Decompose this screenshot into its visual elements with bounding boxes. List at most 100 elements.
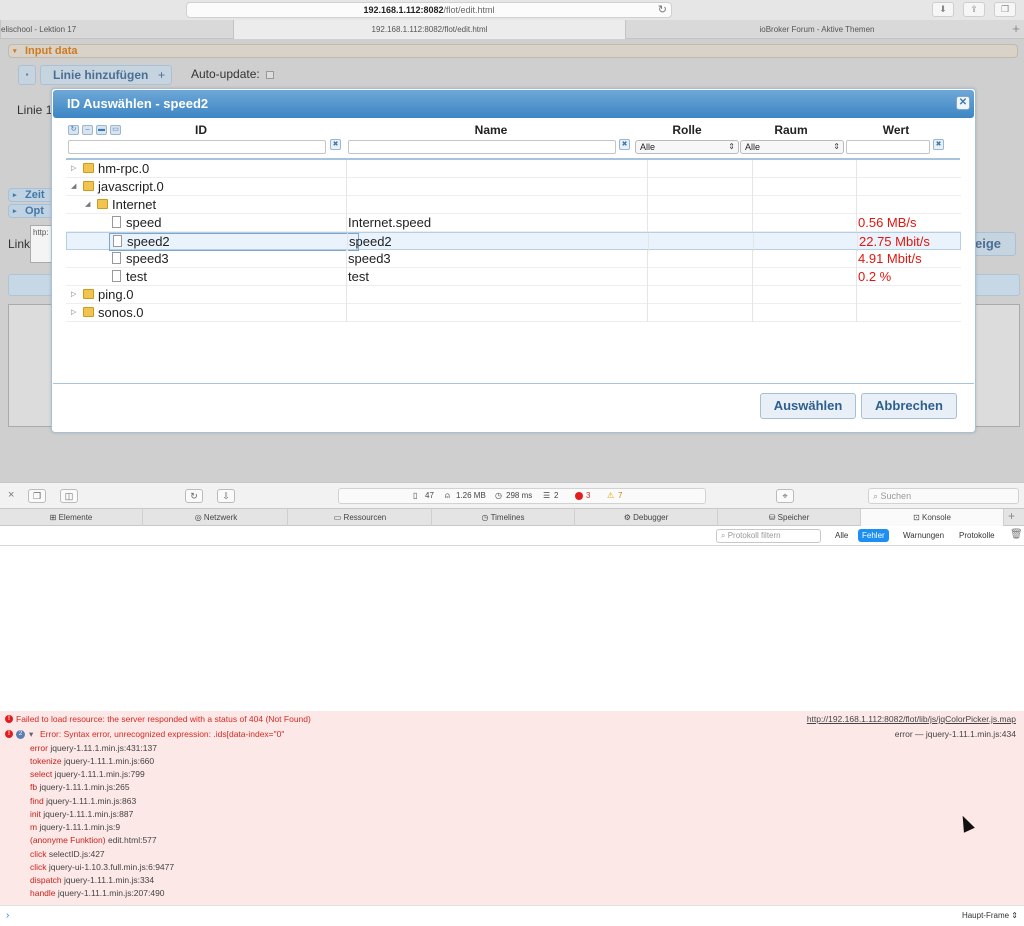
tab-resources[interactable]: ▭ Ressourcen [289,509,432,526]
expand-icon[interactable]: ▷ [71,286,76,304]
debugger-icon: ⚙ [623,513,634,522]
stack-frame[interactable]: select jquery-1.11.1.min.js:799 [30,769,145,779]
clear-filter-icon[interactable]: ✖ [619,139,630,150]
download-icon[interactable]: ⬇ [932,2,954,17]
frame-selector[interactable]: Haupt-Frame ⇕ [962,911,1018,920]
state-icon [112,252,121,264]
page-stats: ▯ 47 ⍝ 1.26 MB ◷ 298 ms ☰ 2 3 ⚠ 7 [338,488,706,504]
undock-icon[interactable]: ❐ [28,489,46,503]
browser-tab[interactable]: ioBroker Forum - Aktive Themen [625,20,1008,39]
tab-network[interactable]: ◎ Netzwerk [145,509,288,526]
share-icon[interactable]: ⇪ [963,2,985,17]
column-header-name: Name [474,123,508,137]
new-tab-icon[interactable]: + [1008,20,1024,39]
tree-row[interactable]: speed Internet.speed 0.56 MB/s [66,214,961,232]
stack-frame[interactable]: tokenize jquery-1.11.1.min.js:660 [30,756,154,766]
tab-elements[interactable]: ⊞ Elemente [0,509,143,526]
tree-row[interactable]: ▷ hm-rpc.0 [66,160,961,178]
expand-icon[interactable]: ▷ [71,304,76,322]
value-filter-input[interactable] [846,140,930,154]
time-value: 298 ms [506,491,533,500]
tab-label: Debugger [633,513,669,522]
tree-row[interactable]: ◢ Internet [66,196,961,214]
stack-frame[interactable]: (anonyme Funktion) edit.html:577 [30,835,157,845]
tree-row[interactable]: test test 0.2 % [66,268,961,286]
row-id: sonos.0 [98,305,144,320]
filter-logs[interactable]: Protokolle [955,529,999,542]
expand-icon: ▾ [13,48,17,55]
filter-warnings[interactable]: Warnungen [899,529,948,542]
object-tree: ▷ hm-rpc.0 ◢ javascript.0 ◢ Internet spe… [66,160,961,323]
stack-frame[interactable]: fb jquery-1.11.1.min.js:265 [30,782,130,792]
stack-frame[interactable]: handle jquery-1.11.1.min.js:207:490 [30,888,165,898]
dock-side-icon[interactable]: ◫ [60,489,78,503]
collapse-icon[interactable]: ◢ [71,178,76,196]
warning-icon: ⚠ [607,491,615,500]
tabs-overview-icon[interactable]: ❐ [994,2,1016,17]
frame-selector-label: Haupt-Frame [961,911,1010,920]
input-data-header[interactable]: ▾ Input data [8,44,1018,58]
tree-row[interactable]: ▷ ping.0 [66,286,961,304]
expand-icon: ▸ [13,208,17,215]
stack-frame[interactable]: click selectID.js:427 [30,849,105,859]
address-bar[interactable]: 192.168.1.112:8082/flot/edit.html ↻ [186,2,672,18]
expand-icon[interactable]: ▷ [71,160,76,178]
tree-row[interactable]: ◢ javascript.0 [66,178,961,196]
row-name: speed2 [349,234,392,249]
time-section-title: Zeit [25,189,45,201]
console-filter-input[interactable]: ⌕ Protokoll filtern [716,529,821,543]
network-icon: ◎ [194,513,204,522]
stack-frame[interactable]: m jquery-1.11.1.min.js:9 [30,822,120,832]
reload-icon[interactable]: ↻ [658,3,667,17]
trash-icon[interactable]: 🗑 [1010,529,1023,540]
tree-row[interactable]: speed3 speed3 4.91 Mbit/s [66,250,961,268]
stack-frame[interactable]: click jquery-ui-1.10.3.full.min.js:6:947… [30,862,174,872]
close-icon[interactable]: ✕ [956,96,970,110]
browser-tab-active[interactable]: 192.168.1.112:8082/flot/edit.html [233,20,625,39]
error-message-1: Failed to load resource: the server resp… [16,714,311,724]
name-filter-input[interactable] [348,140,616,154]
select-button[interactable]: Auswählen [760,393,856,419]
log-count: 2 [554,491,559,500]
collapse-icon[interactable]: ◢ [85,196,90,214]
stack-frame[interactable]: find jquery-1.11.1.min.js:863 [30,796,136,806]
add-tab-icon[interactable]: + [1008,509,1015,523]
console-icon: ⊡ [913,513,922,522]
tree-row-selected[interactable]: speed2 speed2 22.75 Mbit/s [66,232,961,251]
link-label: Link [8,237,31,251]
tab-storage[interactable]: ⛁ Speicher [718,509,861,526]
row-id: speed [126,215,162,230]
id-filter-input[interactable] [68,140,326,154]
cancel-button[interactable]: Abbrechen [861,393,957,419]
disclosure-triangle-icon[interactable]: ▾ [29,729,33,740]
stack-frame[interactable]: init jquery-1.11.1.min.js:887 [30,809,133,819]
error-source-link[interactable]: http://192.168.1.112:8082/flot/lib/js/jq… [807,714,1016,724]
folder-open-icon [97,199,108,209]
tab-debugger[interactable]: ⚙ Debugger [575,509,718,526]
role-filter-select[interactable]: Alle ⇕ [635,140,739,154]
close-inspector-icon[interactable]: × [8,489,14,501]
row-id: speed3 [126,251,169,266]
inspector-search[interactable]: ⌕ Suchen [868,488,1019,504]
browser-tab[interactable]: elischool - Lektion 17 [0,20,233,39]
auto-update-checkbox[interactable] [266,71,274,79]
tree-row[interactable]: ▷ sonos.0 [66,304,961,322]
clear-filter-icon[interactable]: ✖ [330,139,341,150]
folder-open-icon [83,181,94,191]
tab-timelines[interactable]: ◷ Timelines [432,509,575,526]
reload-icon[interactable]: ↻ [185,489,203,503]
delete-icon[interactable]: ▪ [18,65,36,85]
download-icon[interactable]: ⇩ [217,489,235,503]
browser-tabbar: elischool - Lektion 17 192.168.1.112:808… [0,20,1024,39]
clear-filter-icon[interactable]: ✖ [933,139,944,150]
error-source[interactable]: error — jquery-1.11.1.min.js:434 [895,729,1016,739]
filter-all[interactable]: Alle [831,529,852,542]
filter-errors[interactable]: Fehler [858,529,889,542]
crosshair-icon[interactable]: ⌖ [776,489,794,503]
console-prompt[interactable]: › Haupt-Frame ⇕ [0,905,1024,926]
add-line-button[interactable]: Linie hinzufügen + [40,65,172,85]
stack-frame[interactable]: dispatch jquery-1.11.1.min.js:334 [30,875,154,885]
tab-console[interactable]: ⊡ Konsole [861,509,1004,526]
stack-frame[interactable]: error jquery-1.11.1.min.js:431:137 [30,743,157,753]
room-filter-select[interactable]: Alle ⇕ [740,140,844,154]
